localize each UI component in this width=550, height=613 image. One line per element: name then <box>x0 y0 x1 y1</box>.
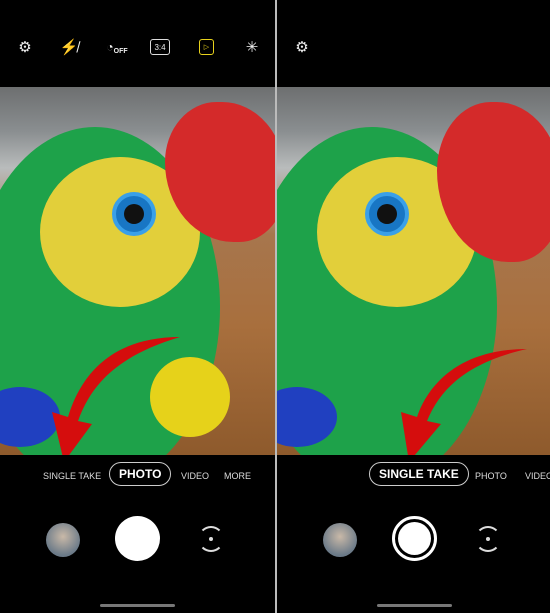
aspect-ratio-icon[interactable]: 3:4 <box>150 39 170 55</box>
top-toolbar: ⚙ ⚡̸ ◔ OFF 3:4 ▷ ✳ <box>0 0 275 87</box>
mode-photo[interactable]: PHOTO <box>109 462 172 486</box>
camera-screen-photo-mode: ⚙ ⚡̸ ◔OFF 3:4 ▷ ✳ ♧ ♤ ♢ ✺ SINGLE TAKE PH… <box>0 0 275 613</box>
shutter-button[interactable] <box>115 516 160 561</box>
motion-photo-icon[interactable]: ▷ <box>199 39 214 55</box>
mode-selector: SINGLE TAKE PHOTO VIDEO <box>277 462 550 498</box>
home-indicator <box>100 604 175 607</box>
switch-camera-icon[interactable] <box>475 526 501 552</box>
mode-video[interactable]: VIDEO <box>525 471 550 481</box>
camera-preview[interactable] <box>277 87 550 455</box>
filter-effects-icon[interactable]: ✳ <box>241 36 263 58</box>
top-toolbar: ⚙ <box>277 0 550 87</box>
red-arrow <box>52 337 180 455</box>
home-indicator <box>377 604 452 607</box>
timer-off-icon[interactable]: ◔ OFF <box>104 36 130 58</box>
red-arrow <box>401 349 527 455</box>
gallery-thumbnail[interactable] <box>323 523 357 557</box>
settings-icon[interactable]: ⚙ <box>291 36 313 58</box>
shutter-button[interactable] <box>392 516 437 561</box>
mode-photo[interactable]: PHOTO <box>475 471 507 481</box>
camera-preview[interactable]: ♧ ♤ ♢ ✺ <box>0 87 275 455</box>
mode-single-take[interactable]: SINGLE TAKE <box>43 471 101 481</box>
mode-selector: SINGLE TAKE PHOTO VIDEO MORE <box>0 462 275 498</box>
timer-label: OFF <box>113 47 128 55</box>
flash-off-icon[interactable]: ⚡̸ <box>58 36 80 58</box>
settings-icon[interactable]: ⚙ <box>14 36 36 58</box>
mode-more[interactable]: MORE <box>224 471 251 481</box>
gallery-thumbnail[interactable] <box>46 523 80 557</box>
ratio-label: 3:4 <box>154 42 166 52</box>
mode-video[interactable]: VIDEO <box>181 471 209 481</box>
camera-screen-single-take-mode: ⚙ SINGLE TAKE PHOTO VIDEO <box>277 0 550 613</box>
mode-single-take[interactable]: SINGLE TAKE <box>369 462 469 486</box>
switch-camera-icon[interactable] <box>198 526 224 552</box>
